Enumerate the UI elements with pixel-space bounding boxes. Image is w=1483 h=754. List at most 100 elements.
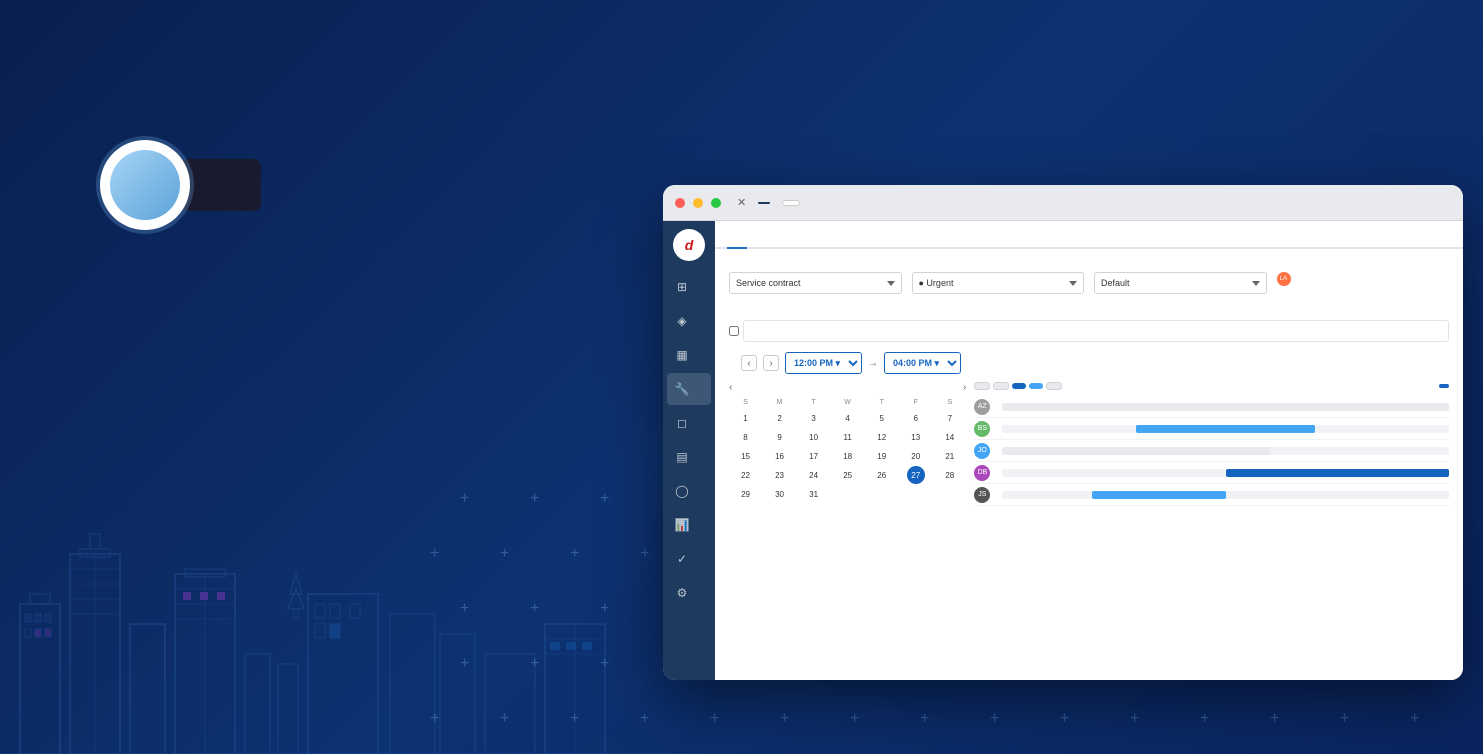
sidebar-item-catalog[interactable]: ▤ [667,441,711,473]
time-to-select[interactable]: 04:00 PM ▾ [884,352,961,374]
tab-service-history[interactable] [767,239,787,249]
sidebar-item-reports[interactable]: 📊 [667,509,711,541]
cal-day-4[interactable]: 4 [839,409,857,427]
checklist-section [729,304,1449,342]
cal-day-empty3 [907,485,925,503]
cal-next-arrow[interactable]: › [963,382,966,393]
staff-row-jenny: JS [974,484,1449,506]
close-icon[interactable]: ✕ [737,196,746,209]
window-close-button[interactable] [675,198,685,208]
cal-day-11[interactable]: 11 [839,428,857,446]
cal-day-6[interactable]: 6 [907,409,925,427]
cal-day-7[interactable]: 7 [941,409,959,427]
app-titlebar: ✕ [663,185,1463,221]
tabs-bar [715,221,1463,249]
cal-day-31[interactable]: 31 [805,485,823,503]
time-slot-2[interactable] [993,382,1009,390]
app-body: d ⊞ ◈ ▦ 🔧 ◻ ▤ ◯ 📊 [663,221,1463,680]
orders-icon: ◻ [675,416,689,430]
cal-day-28[interactable]: 28 [941,466,959,484]
logo-circle [100,140,190,230]
date-prev-arrow[interactable]: ‹ [741,355,757,371]
cal-header-mon: M [763,397,796,408]
cal-day-24[interactable]: 24 [805,466,823,484]
cal-day-17[interactable]: 17 [805,447,823,465]
cal-day-1[interactable]: 1 [737,409,755,427]
cal-day-26[interactable]: 26 [873,466,891,484]
tab-attachments[interactable] [787,239,807,249]
window-maximize-button[interactable] [711,198,721,208]
sidebar-item-opportunities[interactable]: ◈ [667,305,711,337]
cal-day-12[interactable]: 12 [873,428,891,446]
cal-day-18[interactable]: 18 [839,447,857,465]
staff-row-az: AZ [974,396,1449,418]
staff-bar-joe [1002,447,1449,455]
sidebar-item-settings[interactable]: ⚙ [667,577,711,609]
cal-day-30[interactable]: 30 [771,485,789,503]
cal-day-15[interactable]: 15 [737,447,755,465]
cal-day-21[interactable]: 21 [941,447,959,465]
cal-day-29[interactable]: 29 [737,485,755,503]
tab-details[interactable] [727,239,747,249]
cal-day-16[interactable]: 16 [771,447,789,465]
cal-prev-arrow[interactable]: ‹ [729,382,732,393]
opportunities-icon: ◈ [675,314,689,328]
window-minimize-button[interactable] [693,198,703,208]
sidebar-item-dashboard[interactable]: ⊞ [667,271,711,303]
time-slot-1[interactable] [974,382,990,390]
brand-name [200,169,241,201]
owner-col: LA [1277,269,1450,294]
cityscape-illustration [0,354,700,754]
cal-day-5[interactable]: 5 [873,409,891,427]
staff-bar-az [1002,403,1449,411]
cal-day-19[interactable]: 19 [873,447,891,465]
cal-day-2[interactable]: 2 [771,409,789,427]
cal-day-14[interactable]: 14 [941,428,959,446]
cal-day-22[interactable]: 22 [737,466,755,484]
sc-badge [758,202,770,204]
accounts-icon: ◯ [675,484,689,498]
staff-avatar-david: DB [974,465,990,481]
staff-bar-david [1002,469,1449,477]
time-slot-3[interactable] [1012,383,1026,389]
sidebar-item-accounts[interactable]: ◯ [667,475,711,507]
checklist-checkbox[interactable] [729,326,739,336]
cal-day-23[interactable]: 23 [771,466,789,484]
sidebar-logo: d [673,229,705,261]
sidebar-item-service[interactable]: 🔧 [667,373,711,405]
cal-day-9[interactable]: 9 [771,428,789,446]
staff-bar-jenny [1002,491,1449,499]
cal-day-10[interactable]: 10 [805,428,823,446]
owner-row: LA [1277,272,1450,286]
cal-day-13[interactable]: 13 [907,428,925,446]
service-contract-select[interactable]: Service contract [729,272,902,294]
cal-day-20[interactable]: 20 [907,447,925,465]
sidebar-item-projects[interactable]: ▦ [667,339,711,371]
priority-select[interactable]: ● Urgent [912,272,1085,294]
checklist-header [729,304,1449,316]
fulfillment-select[interactable]: Default [1094,272,1267,294]
cal-day-3[interactable]: 3 [805,409,823,427]
staff-row-bailey: BS [974,418,1449,440]
checklist-add-input[interactable] [743,320,1449,342]
sidebar-item-todo[interactable]: ✓ [667,543,711,575]
time-slot-5[interactable] [1046,382,1062,390]
sidebar-item-orders[interactable]: ◻ [667,407,711,439]
projects-icon: ▦ [675,348,689,362]
cal-day-25[interactable]: 25 [839,466,857,484]
cal-day-8[interactable]: 8 [737,428,755,446]
cal-day-empty4 [941,485,959,503]
dashboard-icon: ⊞ [675,280,689,294]
time-from-select[interactable]: 12:00 PM ▾ [785,352,862,374]
logo-area [100,140,660,230]
time-slot-4[interactable] [1029,383,1043,389]
calendar: ‹ › S M T W T F [729,382,966,506]
sidebar: d ⊞ ◈ ▦ 🔧 ◻ ▤ ◯ 📊 [663,221,715,680]
open-button[interactable] [782,200,800,206]
cal-day-27[interactable]: 27 [907,466,925,484]
date-next-arrow[interactable]: › [763,355,779,371]
cal-header-sun: S [729,397,762,408]
tab-work-summary[interactable] [747,239,767,249]
calendar-grid: S M T W T F S 1 2 3 4 [729,397,966,503]
logo-inner [110,150,180,220]
